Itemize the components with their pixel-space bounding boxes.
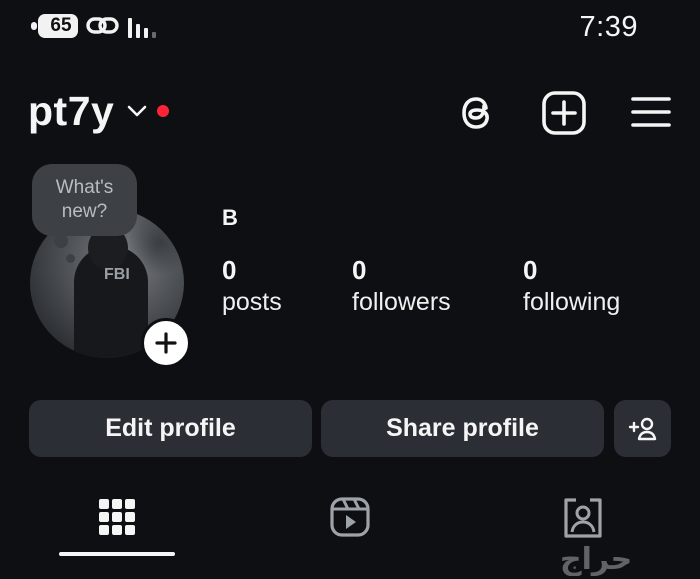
note-bubble[interactable]: What's new? bbox=[32, 164, 137, 236]
status-time: 7:39 bbox=[579, 11, 638, 43]
chevron-down-icon[interactable] bbox=[127, 104, 147, 118]
note-bubble-text: What's new? bbox=[55, 177, 114, 222]
following-label[interactable]: following bbox=[523, 288, 620, 317]
notification-dot bbox=[157, 105, 169, 117]
discover-people-button[interactable] bbox=[614, 400, 671, 457]
note-bubble-tail-small bbox=[66, 254, 75, 263]
link-icon bbox=[86, 17, 119, 34]
followers-count[interactable]: 0 bbox=[352, 255, 366, 286]
active-tab-indicator bbox=[59, 552, 175, 556]
create-icon[interactable] bbox=[541, 90, 587, 136]
battery-indicator: 65 bbox=[38, 14, 78, 38]
edit-profile-button[interactable]: Edit profile bbox=[29, 400, 312, 457]
reels-icon[interactable] bbox=[329, 496, 371, 538]
watermark: حراج bbox=[560, 543, 633, 576]
share-profile-button[interactable]: Share profile bbox=[321, 400, 604, 457]
threads-icon[interactable] bbox=[455, 90, 501, 136]
avatar-jacket-text: FBI bbox=[104, 266, 130, 283]
username-switcher[interactable]: pt7y bbox=[28, 88, 114, 135]
posts-label[interactable]: posts bbox=[222, 288, 282, 317]
posts-count[interactable]: 0 bbox=[222, 255, 236, 286]
note-bubble-tail bbox=[54, 234, 68, 248]
tagged-icon[interactable] bbox=[562, 496, 604, 540]
battery-level: 65 bbox=[50, 15, 72, 36]
add-story-button[interactable] bbox=[141, 318, 191, 368]
battery-tip bbox=[31, 22, 37, 30]
signal-icon bbox=[128, 18, 156, 38]
followers-label[interactable]: followers bbox=[352, 288, 451, 317]
menu-icon[interactable] bbox=[628, 90, 674, 136]
plus-icon bbox=[155, 332, 177, 354]
display-name: B bbox=[222, 205, 238, 230]
add-person-icon bbox=[628, 417, 656, 440]
grid-icon[interactable] bbox=[98, 496, 136, 538]
following-count[interactable]: 0 bbox=[523, 255, 537, 286]
